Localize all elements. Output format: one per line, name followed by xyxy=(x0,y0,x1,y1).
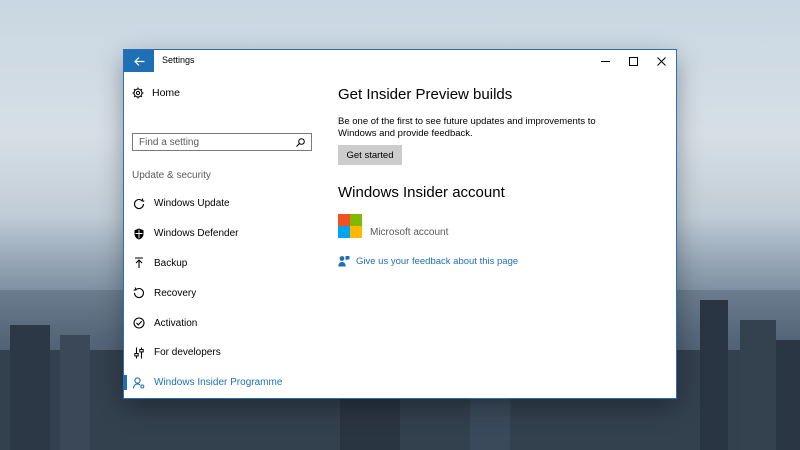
search-box xyxy=(132,133,312,151)
get-started-button[interactable]: Get started xyxy=(338,145,402,165)
sidebar-item-label: For developers xyxy=(154,347,221,359)
sidebar-item-label: Activation xyxy=(154,317,198,329)
home-nav-item[interactable]: Home xyxy=(132,87,180,99)
sidebar-item-label: Recovery xyxy=(154,287,197,299)
sidebar-item-label: Windows Update xyxy=(154,198,230,210)
sidebar-item-label: Backup xyxy=(154,257,188,269)
main-content: Get Insider Preview builds Be one of the… xyxy=(338,72,658,398)
back-button[interactable] xyxy=(124,50,154,72)
insider-person-icon xyxy=(133,377,145,389)
insider-preview-heading: Get Insider Preview builds xyxy=(338,86,513,103)
back-arrow-icon xyxy=(133,56,144,66)
window-title: Settings xyxy=(162,55,195,65)
close-button[interactable] xyxy=(647,50,675,72)
feedback-link[interactable]: Give us your feedback about this page xyxy=(338,255,518,267)
microsoft-logo-icon xyxy=(338,214,362,238)
settings-window: Settings Home Update & securit xyxy=(124,50,676,398)
search-icon[interactable] xyxy=(296,137,305,147)
logo-square-red xyxy=(338,214,350,226)
sidebar: Home Update & security Windows Update W xyxy=(124,72,314,398)
backup-arrow-icon xyxy=(133,257,145,269)
sidebar-nav: Windows Update Windows Defender Backup R… xyxy=(124,189,314,398)
sidebar-item-activation[interactable]: Activation xyxy=(124,308,314,338)
sidebar-item-windows-insider-programme[interactable]: Windows Insider Programme xyxy=(124,368,314,398)
developer-sliders-icon xyxy=(133,347,145,359)
microsoft-account-link[interactable]: Microsoft account xyxy=(370,227,448,238)
logo-square-yellow xyxy=(350,226,362,238)
close-icon xyxy=(656,56,666,66)
logo-square-blue xyxy=(338,226,350,238)
insider-account-heading: Windows Insider account xyxy=(338,184,505,201)
recovery-icon xyxy=(133,287,145,299)
maximize-icon xyxy=(628,56,638,66)
sidebar-item-windows-defender[interactable]: Windows Defender xyxy=(124,219,314,249)
sidebar-item-backup[interactable]: Backup xyxy=(124,249,314,279)
gear-icon xyxy=(132,87,144,99)
activation-check-icon xyxy=(133,317,145,329)
section-label: Update & security xyxy=(132,170,211,181)
title-bar: Settings xyxy=(124,50,676,72)
home-label: Home xyxy=(152,87,181,99)
logo-square-green xyxy=(350,214,362,226)
minimize-button[interactable] xyxy=(591,50,619,72)
sidebar-item-for-developers[interactable]: For developers xyxy=(124,338,314,368)
minimize-icon xyxy=(600,60,610,62)
sidebar-item-label: Windows Insider Programme xyxy=(154,377,283,389)
feedback-person-icon xyxy=(338,256,350,267)
search-input[interactable] xyxy=(139,136,289,148)
maximize-button[interactable] xyxy=(619,50,647,72)
feedback-link-label: Give us your feedback about this page xyxy=(356,255,519,267)
sidebar-item-windows-update[interactable]: Windows Update xyxy=(124,189,314,219)
sidebar-item-label: Windows Defender xyxy=(154,228,239,240)
sidebar-item-recovery[interactable]: Recovery xyxy=(124,278,314,308)
shield-icon xyxy=(133,228,145,240)
insider-description: Be one of the first to see future update… xyxy=(338,116,596,139)
refresh-icon xyxy=(133,198,145,210)
